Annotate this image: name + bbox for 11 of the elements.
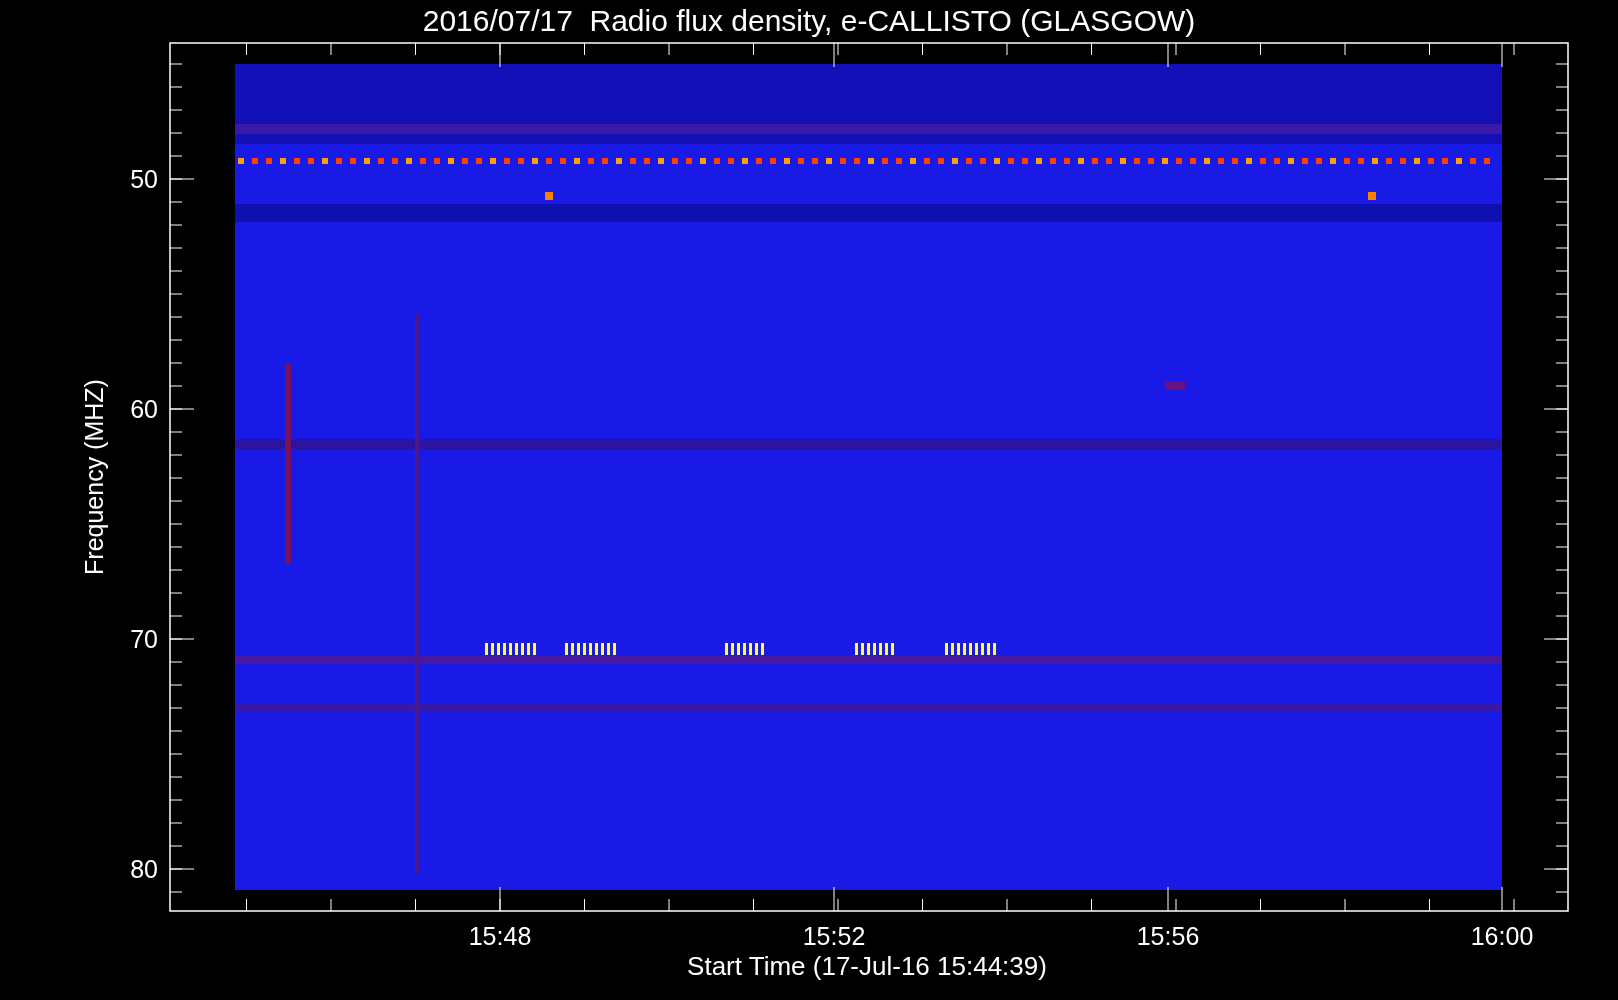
chart-title: 2016/07/17 Radio flux density, e-CALLISTO (GLASGOW) — [422, 4, 1196, 37]
x-tick-label: 15:56 — [1136, 922, 1200, 950]
y-tick-label: 60 — [130, 395, 158, 423]
x-tick-label: 16:00 — [1470, 922, 1534, 950]
y-axis-label: Frequency (MHZ) — [80, 379, 108, 575]
x-tick-label: 15:48 — [468, 922, 532, 950]
x-axis-label: Start Time (17-Jul-16 15:44:39) — [687, 951, 1047, 981]
y-tick-label: 70 — [130, 625, 158, 653]
x-tick-label: 15:52 — [802, 922, 866, 950]
y-tick-label: 50 — [130, 165, 158, 193]
y-tick-label: 80 — [130, 855, 158, 883]
